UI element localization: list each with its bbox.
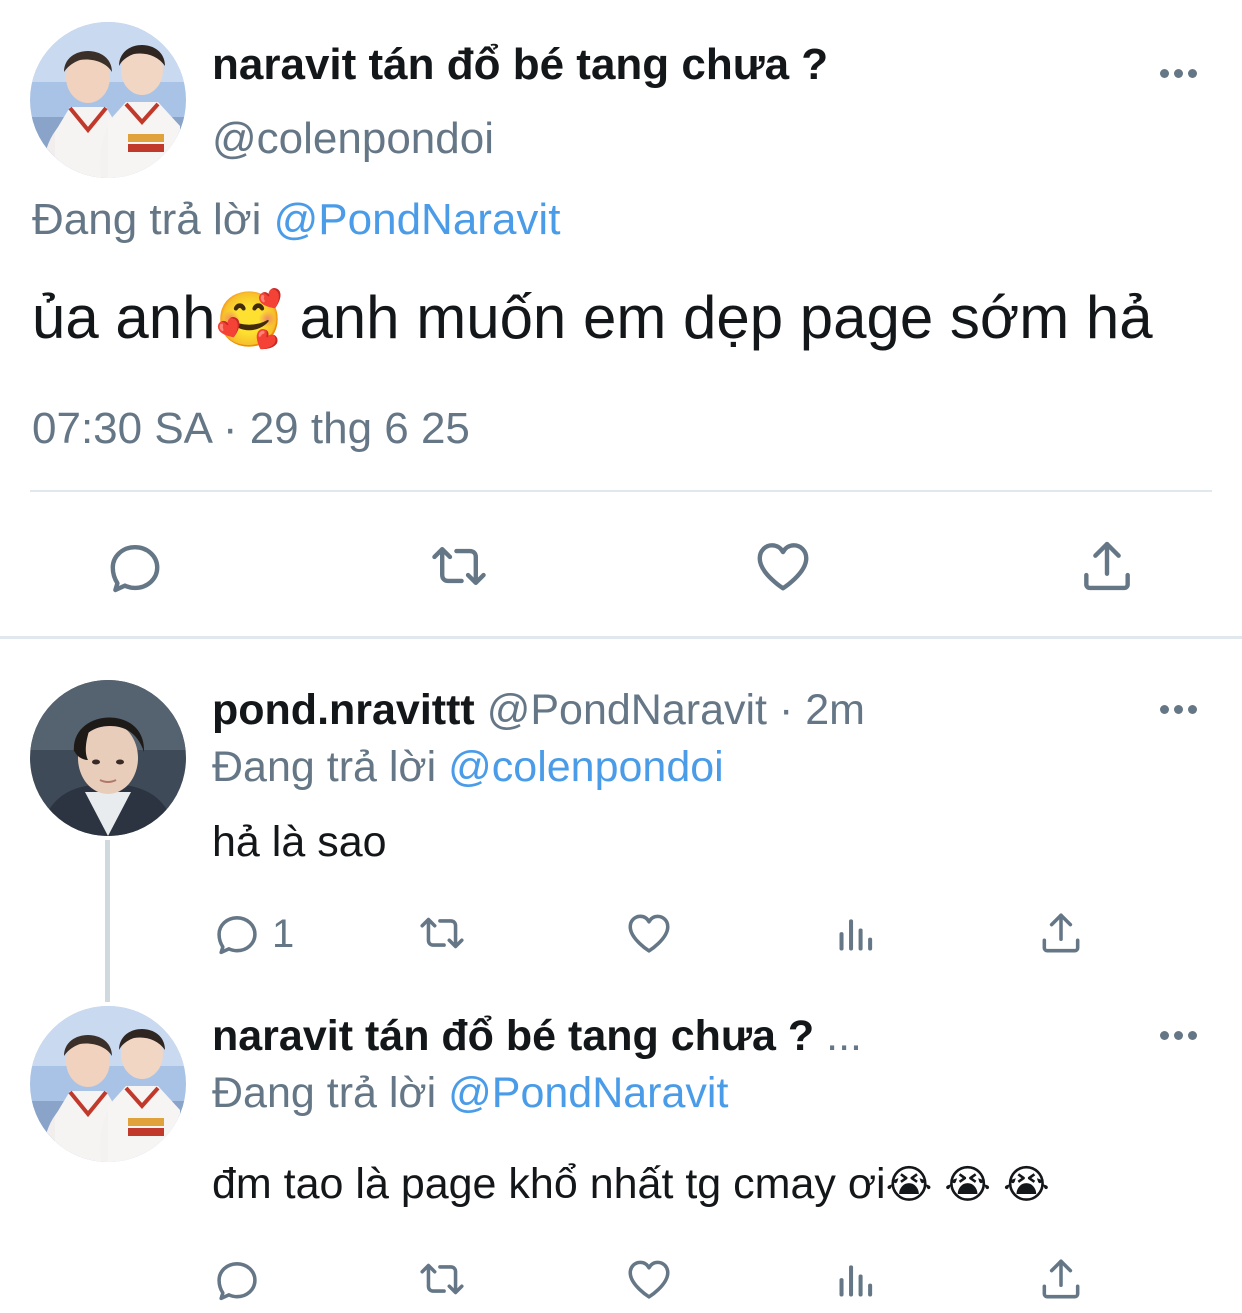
retweet-icon[interactable]	[416, 908, 468, 958]
crying-emoji: 😭	[1002, 1163, 1050, 1207]
crying-emoji: 😭	[885, 1163, 933, 1207]
more-options-icon[interactable]	[1160, 705, 1197, 714]
more-options-icon[interactable]	[1160, 1031, 1197, 1040]
reply-icon[interactable]	[104, 535, 166, 597]
like-icon[interactable]	[624, 1254, 674, 1304]
reply-header: naravit tán đổ bé tang chưa ? ...	[212, 1012, 862, 1061]
handle[interactable]: @colenpondoi	[212, 114, 494, 164]
handle[interactable]: @PondNaravit	[487, 686, 767, 734]
avatar[interactable]	[30, 22, 186, 178]
retweet-icon[interactable]	[427, 535, 491, 597]
display-name[interactable]: pond.nravittt	[212, 686, 475, 734]
avatar[interactable]	[30, 1006, 186, 1162]
analytics-icon[interactable]	[834, 912, 878, 956]
like-icon[interactable]	[624, 908, 674, 958]
truncation-ellipsis: ...	[826, 1012, 862, 1060]
divider	[0, 636, 1242, 639]
tweet-text-part: anh muốn em dẹp page sớm hả	[299, 284, 1153, 351]
divider	[30, 490, 1212, 492]
replying-to-line: Đang trả lời @colenpondoi	[212, 743, 724, 792]
replying-to-link[interactable]: @colenpondoi	[448, 743, 724, 791]
timestamp[interactable]: 07:30 SA · 29 thg 6 25	[32, 404, 470, 454]
reply-text: đm tao là page khổ nhất tg cmay ơi😭 😭 😭	[212, 1160, 1050, 1209]
replying-to-prefix: Đang trả lời	[212, 743, 437, 791]
reply-count: 1	[272, 912, 295, 956]
replying-to-prefix: Đang trả lời	[212, 1069, 437, 1117]
reply-text-part: đm tao là page khổ nhất tg cmay ơi	[212, 1160, 886, 1208]
display-name[interactable]: naravit tán đổ bé tang chưa ?	[212, 1012, 814, 1060]
thread-line	[105, 840, 110, 1002]
tweet-text: ủa anh🥰 anh muốn em dẹp page sớm hả	[32, 283, 1153, 352]
more-options-icon[interactable]	[1160, 69, 1197, 78]
reply-icon[interactable]	[212, 908, 262, 958]
analytics-icon[interactable]	[834, 1258, 878, 1302]
avatar[interactable]	[30, 680, 186, 836]
relative-time[interactable]: 2m	[805, 686, 865, 734]
replying-to-line: Đang trả lời @PondNaravit	[32, 195, 560, 245]
retweet-icon[interactable]	[416, 1254, 468, 1304]
share-icon[interactable]	[1036, 908, 1086, 958]
share-icon[interactable]	[1076, 535, 1138, 597]
tweet-text-part: ủa anh	[32, 284, 216, 351]
smiling-hearts-emoji: 🥰	[215, 290, 283, 350]
reply-header: pond.nravittt @PondNaravit · 2m	[212, 686, 865, 735]
replying-to-link[interactable]: @PondNaravit	[448, 1069, 728, 1117]
share-icon[interactable]	[1036, 1254, 1086, 1304]
replying-to-line: Đang trả lời @PondNaravit	[212, 1069, 728, 1118]
reply-text: hả là sao	[212, 818, 387, 866]
reply-icon[interactable]	[212, 1254, 262, 1304]
like-icon[interactable]	[752, 535, 814, 597]
display-name[interactable]: naravit tán đổ bé tang chưa ?	[212, 40, 828, 90]
replying-to-prefix: Đang trả lời	[32, 195, 262, 244]
separator: ·	[778, 686, 794, 734]
crying-emoji: 😭	[944, 1163, 992, 1207]
replying-to-link[interactable]: @PondNaravit	[274, 195, 561, 244]
